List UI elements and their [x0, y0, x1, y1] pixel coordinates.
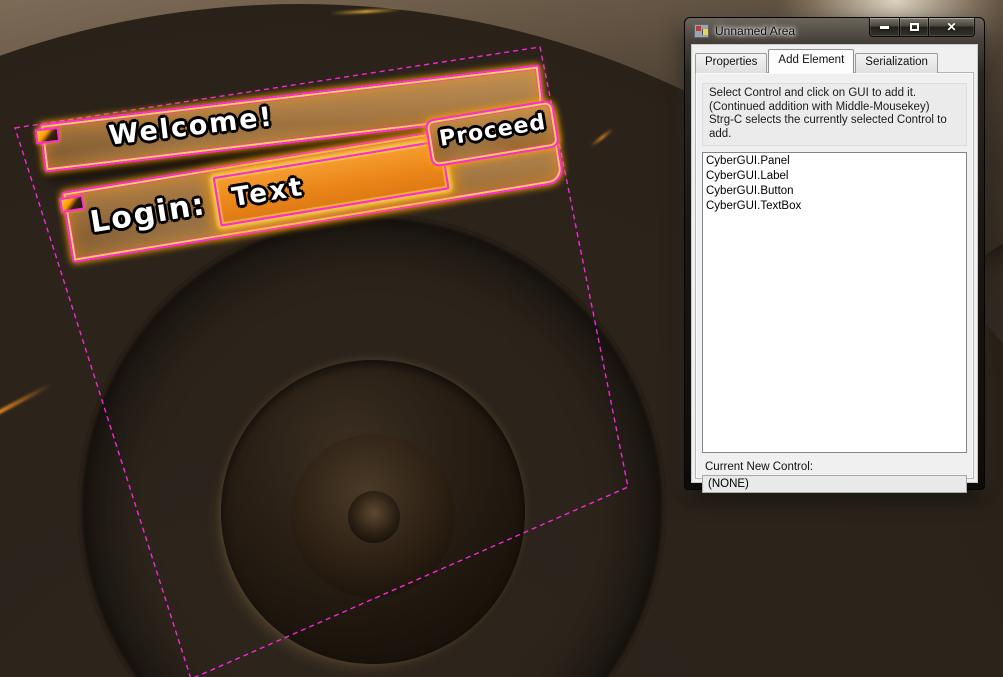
speaker-cone [221, 360, 525, 664]
caption-button-group: ✕ [869, 18, 975, 37]
maximize-icon [910, 23, 919, 31]
gui-proceed-label: Proceed [437, 110, 547, 152]
gui-login-label: Login: [88, 187, 209, 240]
current-new-control-label: Current New Control: [705, 461, 973, 473]
speaker-dust-cap [348, 491, 400, 543]
panel-corner-marker-icon [59, 195, 85, 214]
close-icon: ✕ [946, 21, 956, 33]
gui-login-textbox[interactable]: Text [213, 140, 450, 227]
instruction-line: Strg-C selects the currently selected Co… [709, 114, 960, 141]
list-item-button[interactable]: CyberGUI.Button [703, 184, 966, 199]
maximize-button[interactable] [900, 18, 929, 37]
light-glint-top [330, 8, 402, 15]
current-new-control-field[interactable]: (NONE) [702, 475, 967, 493]
minimize-icon [880, 26, 889, 29]
tab-add-element[interactable]: Add Element [768, 49, 854, 73]
speaker-ring [77, 213, 667, 677]
minimize-button[interactable] [869, 18, 900, 37]
list-item-textbox[interactable]: CyberGUI.TextBox [703, 199, 966, 214]
window-client-area: Properties Add Element Serialization Sel… [691, 44, 978, 483]
window-title: Unnamed Area [715, 24, 795, 38]
instructions-box: Select Control and click on GUI to add i… [702, 83, 967, 146]
window-form-icon [694, 24, 709, 38]
close-button[interactable]: ✕ [929, 18, 975, 37]
tab-serialization[interactable]: Serialization [855, 53, 938, 73]
screenshot-stage: Welcome! Login: Text Proceed Unnamed Are… [0, 0, 1003, 677]
tab-properties[interactable]: Properties [695, 53, 767, 73]
light-glint-left [0, 383, 51, 417]
gui-welcome-label: Welcome! [107, 101, 275, 151]
window-titlebar[interactable]: Unnamed Area ✕ [685, 18, 984, 44]
instruction-line: (Continued addition with Middle-Mousekey… [709, 101, 960, 115]
editor-window: Unnamed Area ✕ Properties Add Element Se… [684, 17, 985, 490]
tab-strip: Properties Add Element Serialization [692, 45, 977, 73]
control-listbox[interactable]: CyberGUI.Panel CyberGUI.Label CyberGUI.B… [702, 152, 967, 453]
list-item-panel[interactable]: CyberGUI.Panel [703, 154, 966, 169]
list-item-label[interactable]: CyberGUI.Label [703, 169, 966, 184]
add-element-tab-page: Select Control and click on GUI to add i… [695, 72, 974, 479]
light-glint-mid [590, 128, 614, 148]
instruction-line: Select Control and click on GUI to add i… [709, 87, 960, 101]
panel-corner-marker-icon [35, 127, 61, 145]
gui-textbox-value: Text [230, 172, 307, 213]
speaker-dome [291, 434, 455, 598]
